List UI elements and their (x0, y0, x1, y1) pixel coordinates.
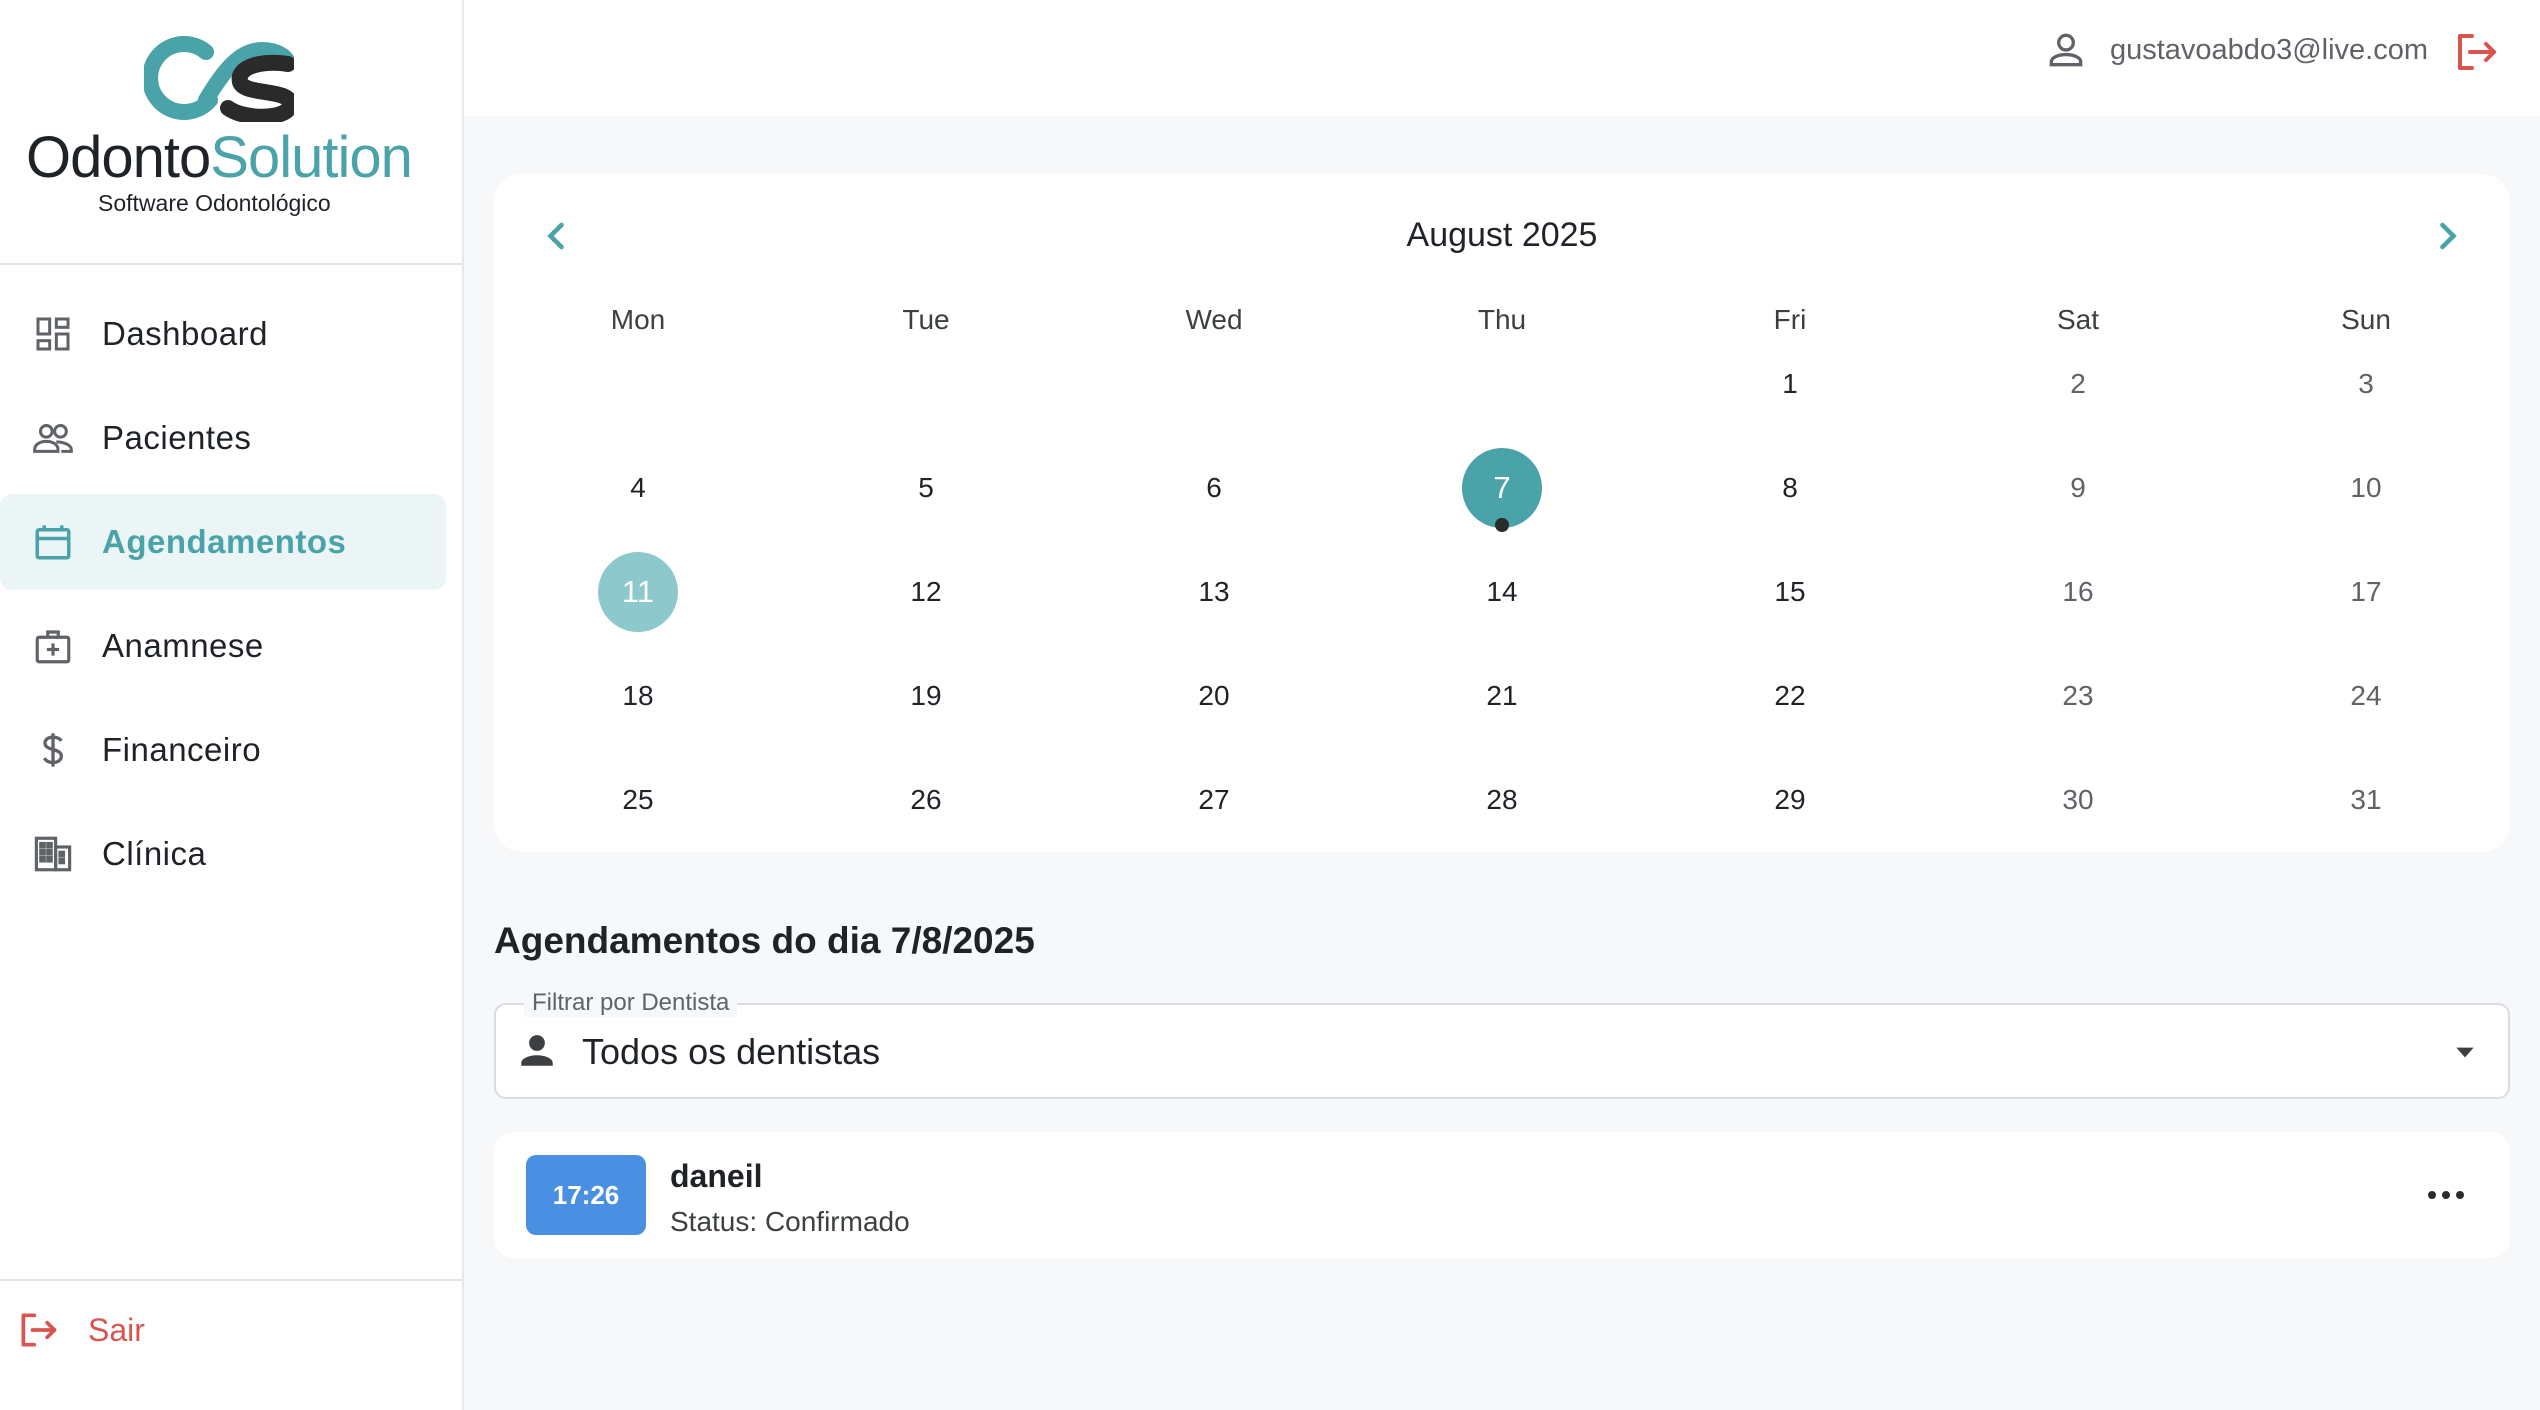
weekday-header-wed: Wed (1185, 304, 1243, 335)
calendar-day-25[interactable]: 25 (598, 760, 678, 840)
sidebar-item-label: Dashboard (102, 315, 268, 352)
odontosolution-logo[interactable]: OdontoSolution Software Odontológico (26, 30, 413, 230)
calendar-day-23[interactable]: 23 (2038, 656, 2118, 736)
calendar-day-20[interactable]: 20 (1174, 656, 1254, 736)
calendar-day-7[interactable]: 7 (1462, 448, 1542, 528)
user-icon (2049, 33, 2083, 67)
calendar-day-13[interactable]: 13 (1174, 552, 1254, 632)
calendar-day-9[interactable]: 9 (2038, 448, 2118, 528)
weekday-header-tue: Tue (902, 304, 950, 335)
weekday-header-thu: Thu (1477, 304, 1527, 335)
chevron-right-icon (2440, 222, 2457, 250)
patients-icon (30, 415, 76, 461)
calendar-month-title: August 2025 (1406, 216, 1598, 254)
calendar-day-26[interactable]: 26 (886, 760, 966, 840)
appointment-status: Status: Confirmado (670, 1206, 910, 1237)
dentist-filter-value: Todos os dentistas (582, 1031, 881, 1072)
sidebar-item-label: Agendamentos (102, 523, 347, 560)
calendar-day-2[interactable]: 2 (2038, 344, 2118, 424)
sidebar-item-label: Pacientes (102, 419, 252, 456)
calendar-card: August 2025 Mon Tue Wed Thu Fri Sat Sun 1 2 3 4 5 6 7… (494, 174, 2510, 852)
calendar-day-8[interactable]: 8 (1750, 448, 1830, 528)
calendar-day-14[interactable]: 14 (1462, 552, 1542, 632)
topbar: gustavoabdo3@live.com (464, 0, 2540, 116)
sidebar: OdontoSolution Software Odontológico Das… (0, 0, 464, 1410)
logo-mark-icon (144, 36, 294, 122)
user-menu[interactable]: gustavoabdo3@live.com (2044, 28, 2428, 72)
logout-button[interactable]: Sair (14, 1302, 145, 1358)
calendar-day-5[interactable]: 5 (886, 448, 966, 528)
calendar-day-1[interactable]: 1 (1750, 344, 1830, 424)
appointment-indicator-dot (1495, 518, 1509, 532)
logo-word-solution: Solution (210, 125, 413, 190)
appointments-title: Agendamentos do dia 7/8/2025 (494, 920, 1035, 961)
calendar-day-22[interactable]: 22 (1750, 656, 1830, 736)
calendar-day-12[interactable]: 12 (886, 552, 966, 632)
logout-icon (2458, 34, 2496, 70)
sidebar-item-label: Anamnese (102, 627, 264, 664)
sidebar-item-financeiro[interactable]: Financeiro (0, 702, 446, 798)
building-icon (30, 831, 76, 877)
appointment-card[interactable]: 17:26 daneil Status: Confirmado (494, 1132, 2510, 1258)
medical-bag-icon (30, 623, 76, 669)
calendar-day-11[interactable]: 11 (598, 552, 678, 632)
calendar-day-24[interactable]: 24 (2326, 656, 2406, 736)
sidebar-item-label: Clínica (102, 835, 207, 872)
sidebar-divider (0, 263, 462, 265)
dollar-icon (30, 727, 76, 773)
calendar-day-30[interactable]: 30 (2038, 760, 2118, 840)
logo-word-odonto: Odonto (26, 125, 211, 190)
calendar-day-16[interactable]: 16 (2038, 552, 2118, 632)
sidebar-item-pacientes[interactable]: Pacientes (0, 390, 446, 486)
dentist-filter-select[interactable]: Filtrar por Dentista Todos os dentistas (494, 989, 2510, 1099)
sidebar-item-anamnese[interactable]: Anamnese (0, 598, 446, 694)
sidebar-item-agendamentos[interactable]: Agendamentos (0, 494, 446, 590)
dashboard-icon (30, 311, 76, 357)
topbar-logout-button[interactable] (2452, 28, 2500, 76)
appointment-time-badge: 17:26 (526, 1155, 646, 1235)
appointment-more-button[interactable] (2418, 1170, 2474, 1220)
calendar-day-17[interactable]: 17 (2326, 552, 2406, 632)
more-horizontal-icon (2428, 1191, 2464, 1199)
user-email: gustavoabdo3@live.com (2109, 33, 2428, 66)
sidebar-item-dashboard[interactable]: Dashboard (0, 286, 446, 382)
calendar-day-21[interactable]: 21 (1462, 656, 1542, 736)
calendar-day-15[interactable]: 15 (1750, 552, 1830, 632)
sidebar-item-clinica[interactable]: Clínica (0, 806, 446, 902)
calendar-day-19[interactable]: 19 (886, 656, 966, 736)
sidebar-item-label: Financeiro (102, 731, 262, 768)
weekday-header-sun: Sun (2341, 304, 2391, 335)
weekday-header-fri: Fri (1773, 304, 1807, 335)
logout-label: Sair (88, 1311, 145, 1348)
person-icon (521, 1035, 553, 1066)
logo-wordmark: OdontoSolution (26, 124, 413, 191)
calendar-day-6[interactable]: 6 (1174, 448, 1254, 528)
calendar-day-31[interactable]: 31 (2326, 760, 2406, 840)
logo-tagline: Software Odontológico (98, 190, 331, 216)
calendar-day-29[interactable]: 29 (1750, 760, 1830, 840)
calendar-day-27[interactable]: 27 (1174, 760, 1254, 840)
calendar-day-4[interactable]: 4 (598, 448, 678, 528)
appointment-patient-name: daneil (670, 1158, 763, 1194)
calendar-day-28[interactable]: 28 (1462, 760, 1542, 840)
dentist-filter-label: Filtrar por Dentista (524, 989, 738, 1017)
calendar-day-10[interactable]: 10 (2326, 448, 2406, 528)
sidebar-bottom-divider (0, 1279, 462, 1281)
calendar-next-month-button[interactable] (2426, 214, 2470, 258)
weekday-header-sat: Sat (2056, 304, 2100, 335)
logout-icon (21, 1313, 57, 1347)
calendar-icon (30, 519, 76, 565)
weekday-header-mon: Mon (610, 304, 666, 335)
calendar-day-3[interactable]: 3 (2326, 344, 2406, 424)
calendar-day-18[interactable]: 18 (598, 656, 678, 736)
dropdown-arrow-icon (2456, 1047, 2474, 1058)
